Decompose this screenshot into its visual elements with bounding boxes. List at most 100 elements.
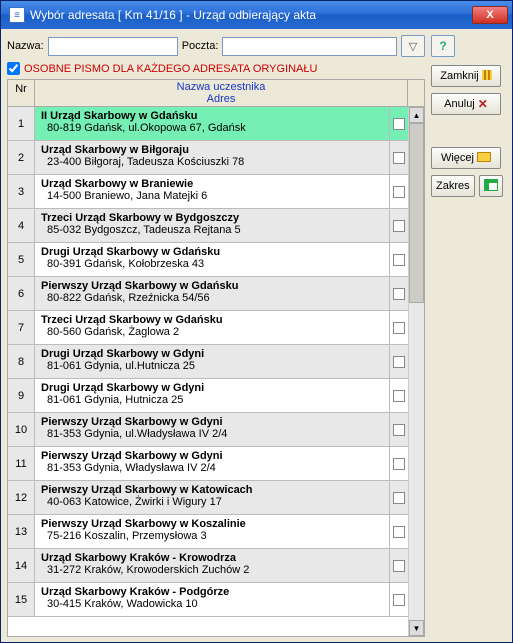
row-nr: 2	[8, 141, 35, 174]
osobne-pismo-checkbox[interactable]	[7, 62, 20, 75]
row-checkbox-cell[interactable]	[390, 141, 408, 174]
row-addr: 85-032 Bydgoszcz, Tadeusza Rejtana 5	[41, 224, 383, 236]
row-content: II Urząd Skarbowy w Gdańsku80-819 Gdańsk…	[35, 107, 390, 140]
table-row[interactable]: 6Pierwszy Urząd Skarbowy w Gdańsku80-822…	[8, 277, 408, 311]
row-content: Pierwszy Urząd Skarbowy w Gdańsku80-822 …	[35, 277, 390, 310]
row-checkbox[interactable]	[393, 254, 405, 266]
row-checkbox-cell[interactable]	[390, 277, 408, 310]
table-row[interactable]: 13Pierwszy Urząd Skarbowy w Koszalinie75…	[8, 515, 408, 549]
row-checkbox[interactable]	[393, 526, 405, 538]
scroll-thumb[interactable]	[409, 123, 424, 303]
row-checkbox-cell[interactable]	[390, 515, 408, 548]
row-name: Pierwszy Urząd Skarbowy w Gdańsku	[41, 280, 383, 292]
row-checkbox-cell[interactable]	[390, 379, 408, 412]
table-row[interactable]: 12Pierwszy Urząd Skarbowy w Katowicach40…	[8, 481, 408, 515]
table-row[interactable]: 8Drugi Urząd Skarbowy w Gdyni81-061 Gdyn…	[8, 345, 408, 379]
row-checkbox-cell[interactable]	[390, 549, 408, 582]
row-checkbox-cell[interactable]	[390, 345, 408, 378]
row-name: Pierwszy Urząd Skarbowy w Koszalinie	[41, 518, 383, 530]
scroll-up-arrow[interactable]: ▲	[409, 107, 424, 123]
zamknij-button[interactable]: Zamknij	[431, 65, 501, 87]
table-icon	[484, 179, 498, 194]
recipient-grid: Nr Nazwa uczestnika Adres 1II Urząd Skar…	[7, 79, 425, 637]
row-checkbox[interactable]	[393, 560, 405, 572]
row-addr: 80-560 Gdańsk, Żaglowa 2	[41, 326, 383, 338]
row-name: Urząd Skarbowy Kraków - Krowodrza	[41, 552, 383, 564]
col-header-name: Nazwa uczestnika	[35, 81, 407, 93]
window-title: Wybór adresata [ Km 41/16 ] - Urząd odbi…	[30, 8, 472, 22]
table-row[interactable]: 2Urząd Skarbowy w Biłgoraju23-400 Biłgor…	[8, 141, 408, 175]
row-content: Drugi Urząd Skarbowy w Gdańsku80-391 Gda…	[35, 243, 390, 276]
table-row[interactable]: 7Trzeci Urząd Skarbowy w Gdańsku80-560 G…	[8, 311, 408, 345]
row-checkbox-cell[interactable]	[390, 583, 408, 616]
row-nr: 5	[8, 243, 35, 276]
osobne-pismo-label: OSOBNE PISMO DLA KAŻDEGO ADRESATA ORYGIN…	[24, 63, 317, 75]
sound-icon	[482, 69, 492, 83]
row-checkbox-cell[interactable]	[390, 447, 408, 480]
row-checkbox-cell[interactable]	[390, 175, 408, 208]
row-name: Drugi Urząd Skarbowy w Gdyni	[41, 382, 383, 394]
table-row[interactable]: 11Pierwszy Urząd Skarbowy w Gdyni81-353 …	[8, 447, 408, 481]
table-row[interactable]: 1II Urząd Skarbowy w Gdańsku80-819 Gdańs…	[8, 107, 408, 141]
row-addr: 81-061 Gdynia, ul.Hutnicza 25	[41, 360, 383, 372]
row-checkbox-cell[interactable]	[390, 209, 408, 242]
filter-button[interactable]	[401, 35, 425, 57]
row-content: Pierwszy Urząd Skarbowy w Katowicach40-0…	[35, 481, 390, 514]
key-icon	[477, 151, 491, 165]
row-addr: 80-819 Gdańsk, ul.Okopowa 67, Gdańsk	[41, 122, 383, 134]
table-row[interactable]: 15Urząd Skarbowy Kraków - Podgórze30-415…	[8, 583, 408, 617]
row-name: Pierwszy Urząd Skarbowy w Gdyni	[41, 450, 383, 462]
row-checkbox[interactable]	[393, 322, 405, 334]
anuluj-label: Anuluj	[444, 98, 475, 110]
row-name: Pierwszy Urząd Skarbowy w Katowicach	[41, 484, 383, 496]
nazwa-input[interactable]	[48, 37, 178, 56]
row-checkbox-cell[interactable]	[390, 311, 408, 344]
zakres-button[interactable]: Zakres	[431, 175, 475, 197]
row-checkbox[interactable]	[393, 288, 405, 300]
row-addr: 80-822 Gdańsk, Rzeźnicka 54/56	[41, 292, 383, 304]
row-checkbox[interactable]	[393, 186, 405, 198]
row-checkbox[interactable]	[393, 118, 405, 130]
row-checkbox-cell[interactable]	[390, 413, 408, 446]
anuluj-button[interactable]: Anuluj	[431, 93, 501, 115]
scrollbar[interactable]: ▲ ▼	[408, 107, 424, 636]
table-row[interactable]: 3Urząd Skarbowy w Braniewie14-500 Branie…	[8, 175, 408, 209]
poczta-input[interactable]	[222, 37, 397, 56]
row-nr: 3	[8, 175, 35, 208]
row-checkbox[interactable]	[393, 152, 405, 164]
row-checkbox[interactable]	[393, 356, 405, 368]
row-checkbox[interactable]	[393, 492, 405, 504]
row-checkbox[interactable]	[393, 390, 405, 402]
close-button[interactable]: X	[472, 6, 508, 24]
wiecej-button[interactable]: Więcej	[431, 147, 501, 169]
row-checkbox-cell[interactable]	[390, 107, 408, 140]
row-content: Urząd Skarbowy Kraków - Krowodrza31-272 …	[35, 549, 390, 582]
row-checkbox[interactable]	[393, 594, 405, 606]
row-checkbox-cell[interactable]	[390, 243, 408, 276]
row-addr: 31-272 Kraków, Krowoderskich Zuchów 2	[41, 564, 383, 576]
help-button[interactable]	[431, 35, 455, 57]
table-row[interactable]: 14Urząd Skarbowy Kraków - Krowodrza31-27…	[8, 549, 408, 583]
titlebar: ≡ Wybór adresata [ Km 41/16 ] - Urząd od…	[1, 1, 512, 29]
row-content: Pierwszy Urząd Skarbowy w Koszalinie75-2…	[35, 515, 390, 548]
row-addr: 23-400 Biłgoraj, Tadeusza Kościuszki 78	[41, 156, 383, 168]
row-checkbox-cell[interactable]	[390, 481, 408, 514]
row-checkbox[interactable]	[393, 424, 405, 436]
scroll-down-arrow[interactable]: ▼	[409, 620, 424, 636]
table-row[interactable]: 4Trzeci Urząd Skarbowy w Bydgoszczy85-03…	[8, 209, 408, 243]
col-header-nr[interactable]: Nr	[8, 80, 35, 106]
row-name: Urząd Skarbowy w Biłgoraju	[41, 144, 383, 156]
row-addr: 81-353 Gdynia, Władysława IV 2/4	[41, 462, 383, 474]
row-nr: 1	[8, 107, 35, 140]
row-nr: 14	[8, 549, 35, 582]
row-content: Urząd Skarbowy w Biłgoraju23-400 Biłgora…	[35, 141, 390, 174]
row-name: Drugi Urząd Skarbowy w Gdyni	[41, 348, 383, 360]
col-header-main[interactable]: Nazwa uczestnika Adres	[35, 80, 408, 106]
table-row[interactable]: 9Drugi Urząd Skarbowy w Gdyni81-061 Gdyn…	[8, 379, 408, 413]
row-content: Urząd Skarbowy Kraków - Podgórze30-415 K…	[35, 583, 390, 616]
table-row[interactable]: 5Drugi Urząd Skarbowy w Gdańsku80-391 Gd…	[8, 243, 408, 277]
row-checkbox[interactable]	[393, 220, 405, 232]
table-button[interactable]	[479, 175, 503, 197]
table-row[interactable]: 10Pierwszy Urząd Skarbowy w Gdyni81-353 …	[8, 413, 408, 447]
row-checkbox[interactable]	[393, 458, 405, 470]
